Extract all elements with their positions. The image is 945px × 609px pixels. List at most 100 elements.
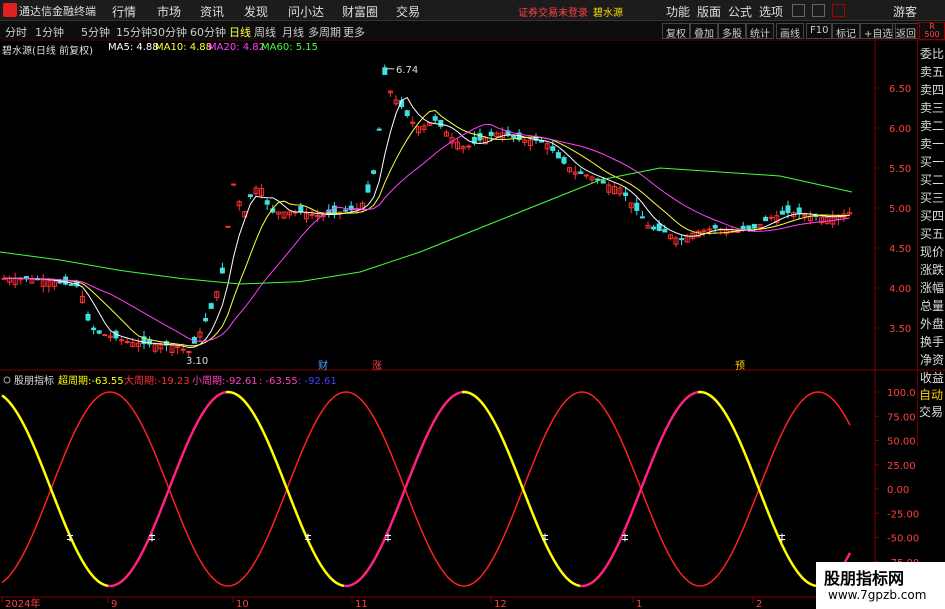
candle-body bbox=[679, 238, 685, 241]
indicator-side-panel: 自动 交易 bbox=[917, 386, 945, 426]
candle-body bbox=[365, 184, 371, 193]
side-r-badge[interactable]: R 500 bbox=[919, 22, 945, 40]
side-label: 净资 bbox=[920, 353, 945, 367]
price-tick-label: 4.00 bbox=[889, 284, 911, 295]
candle-body bbox=[315, 215, 321, 218]
time-tick-label: 9 bbox=[111, 599, 117, 609]
candle-body bbox=[180, 348, 186, 351]
candle-body bbox=[623, 192, 629, 196]
candle-body bbox=[707, 228, 713, 231]
candle-body bbox=[662, 228, 668, 233]
price-tick-label: 5.00 bbox=[889, 204, 911, 215]
kline-chart[interactable]: 6.50 6.00 5.50 5.00 4.50 4.00 3.50 6.74 3.10 财 涨 预股… bbox=[0, 0, 945, 609]
candle-body bbox=[432, 116, 438, 121]
candle-body bbox=[371, 170, 377, 174]
candle-body bbox=[376, 128, 382, 131]
candle-body bbox=[219, 267, 225, 274]
candle-body bbox=[102, 334, 108, 337]
side-label: 买三 bbox=[920, 191, 945, 205]
event-marker: 涨 bbox=[372, 360, 382, 372]
candle-body bbox=[68, 283, 74, 286]
super-cycle-line bbox=[697, 390, 817, 588]
indicator-tick-label: 25.00 bbox=[887, 461, 916, 472]
candle-body bbox=[466, 145, 472, 148]
price-tick-label: 6.50 bbox=[889, 84, 911, 95]
candle-body bbox=[298, 205, 304, 213]
candle-body bbox=[583, 174, 589, 177]
candle-body bbox=[124, 341, 130, 344]
candle-body bbox=[309, 213, 315, 216]
candle-body bbox=[343, 209, 349, 212]
side-label: 总量 bbox=[920, 299, 945, 313]
trade-label[interactable]: 交易 bbox=[919, 403, 943, 420]
indicator-tick-label: -25.00 bbox=[887, 509, 919, 520]
side-label: 换手 bbox=[920, 335, 945, 349]
small-cycle-line bbox=[579, 390, 699, 588]
side-label: 外盘 bbox=[920, 317, 945, 331]
candle-body bbox=[231, 183, 237, 186]
candle-body bbox=[247, 194, 253, 198]
indicator-settings-icon bbox=[3, 376, 11, 384]
indicator-tick-label: 100.0 bbox=[887, 388, 916, 399]
candle-body bbox=[763, 216, 769, 222]
candle-body bbox=[91, 327, 97, 331]
indicator-big-value: 大周期:-19.23 bbox=[124, 374, 190, 387]
side-label: 卖二 bbox=[920, 119, 945, 133]
side-label: 卖四 bbox=[920, 83, 945, 97]
max-price-label: 6.74 bbox=[396, 65, 418, 76]
price-tick-label: 4.50 bbox=[889, 244, 911, 255]
super-cycle-line bbox=[461, 390, 581, 588]
candle-body bbox=[561, 157, 567, 164]
auto-label[interactable]: 自动 bbox=[919, 386, 943, 403]
time-tick-label: 10 bbox=[236, 599, 249, 609]
candle-body bbox=[337, 211, 343, 214]
price-tick-label: 3.50 bbox=[889, 324, 911, 335]
indicator-extra-value: : -92.61 bbox=[298, 376, 337, 387]
candle-body bbox=[488, 131, 494, 137]
candle-body bbox=[264, 200, 270, 205]
event-marker: 预 bbox=[735, 360, 745, 372]
event-marker: 财 bbox=[318, 359, 328, 372]
indicator-extra-value: : -63.55 bbox=[259, 376, 298, 387]
candle-body bbox=[768, 216, 774, 219]
candle-body bbox=[208, 303, 214, 309]
candle-body bbox=[96, 330, 102, 334]
candle-body bbox=[477, 133, 483, 141]
side-label: 买一 bbox=[920, 155, 945, 169]
indicator-tick-label: 50.00 bbox=[887, 437, 916, 448]
candle-body bbox=[511, 135, 517, 138]
candle-body bbox=[600, 180, 606, 184]
candle-body bbox=[186, 350, 192, 353]
candle-body bbox=[751, 223, 757, 229]
candle-body bbox=[175, 346, 181, 349]
candle-body bbox=[404, 110, 410, 117]
side-label: 涨幅 bbox=[920, 281, 945, 295]
candle-body bbox=[225, 225, 231, 228]
candle-body bbox=[203, 317, 209, 322]
indicator-tick-label: 0.00 bbox=[887, 485, 909, 496]
side-label: 卖一 bbox=[920, 137, 945, 151]
super-cycle-line bbox=[225, 390, 345, 588]
time-tick-label: 1 bbox=[636, 599, 642, 609]
super-cycle-line bbox=[1, 394, 109, 588]
side-label: 涨跌 bbox=[920, 263, 945, 277]
side-label: 买二 bbox=[920, 173, 945, 187]
side-label: 卖三 bbox=[920, 101, 945, 115]
side-label: 收益 bbox=[920, 371, 945, 385]
side-label: 卖五 bbox=[920, 65, 945, 79]
quote-side-panel: R 500 委比 卖五 卖四 卖三 卖二 卖一 买一 买二 买三 买四 买五 现价 涨跌 涨幅 总量 外盘 换手净… bbox=[917, 21, 945, 446]
indicator-tick-label: -50.00 bbox=[887, 534, 919, 545]
candle-body bbox=[331, 205, 337, 214]
candle-body bbox=[634, 202, 640, 211]
candle-body bbox=[651, 226, 657, 230]
candle-body bbox=[746, 225, 752, 230]
big-cycle-line bbox=[1, 391, 851, 587]
candle-body bbox=[785, 205, 791, 214]
side-label: 现价 bbox=[920, 245, 945, 259]
candle-body bbox=[119, 339, 125, 342]
indicator-tick-label: 75.00 bbox=[887, 412, 916, 423]
candle-body bbox=[85, 313, 91, 321]
watermark-url: www.7gpzb.com bbox=[828, 588, 927, 602]
ma5-line bbox=[4, 96, 850, 349]
time-tick-label: 2024年 bbox=[5, 597, 40, 609]
